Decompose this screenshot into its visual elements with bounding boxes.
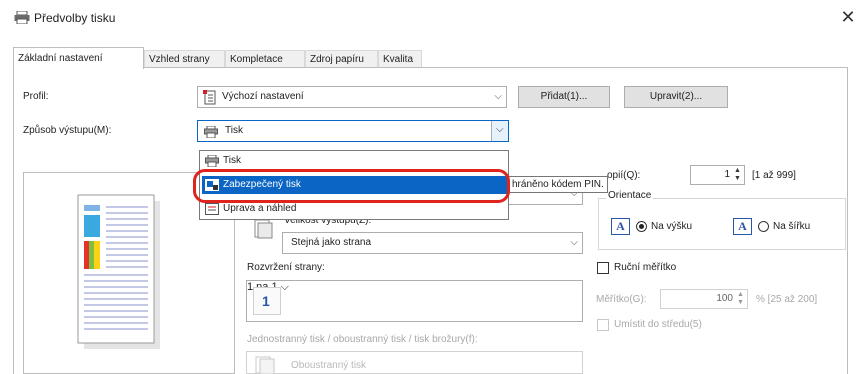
spinner-arrows-icon[interactable]: ▲ ▼	[735, 291, 746, 307]
preview-document-icon	[77, 194, 160, 349]
tab-paper-source[interactable]: Zdroj papíru	[305, 50, 378, 68]
title-bar: Předvolby tisku ✕	[0, 0, 860, 36]
scale-spinner[interactable]: 100 ▲ ▼	[660, 289, 748, 309]
profile-icon	[203, 90, 216, 105]
scale-value: 100	[716, 293, 733, 304]
profile-label: Profil:	[23, 91, 49, 102]
tooltip: hráněno kódem PIN.	[508, 176, 608, 193]
page-layout-select[interactable]: 1 1 na 1 ⌵	[246, 280, 583, 322]
print-mode-label: Jednostranný tisk / oboustranný tisk / t…	[247, 334, 478, 345]
dropdown-toggle[interactable]: ⌵	[491, 121, 508, 141]
manual-scaling-checkbox[interactable]	[597, 262, 609, 274]
spinner-arrows-icon[interactable]: ▲ ▼	[732, 167, 743, 183]
chevron-down-icon: ⌵	[496, 124, 504, 135]
copies-value: 1	[724, 169, 730, 180]
chevron-down-icon: ⌵	[570, 237, 578, 248]
print-mode-select[interactable]: Oboustranný tisk	[246, 351, 583, 374]
landscape-label: Na šířku	[773, 221, 811, 232]
chevron-down-icon: ⌵	[280, 281, 289, 293]
tab-basic-settings[interactable]: Základní nastavení	[13, 47, 144, 69]
print-mode-value: Oboustranný tisk	[291, 360, 367, 371]
window-title: Předvolby tisku	[34, 11, 116, 25]
portrait-icon: A	[611, 218, 630, 235]
profile-value: Výchozí nastavení	[222, 91, 304, 102]
option-print[interactable]: Tisk	[202, 152, 507, 170]
printer-icon	[204, 126, 218, 138]
landscape-icon: A	[733, 218, 752, 235]
output-method-value: Tisk	[225, 125, 243, 136]
copies-spinner[interactable]: 1 ▲ ▼	[690, 165, 745, 185]
scale-range: % [25 až 200]	[756, 294, 818, 305]
manual-scaling-label: Ruční měřítko	[614, 262, 677, 273]
edit-profile-button[interactable]: Upravit(2)...	[624, 86, 728, 108]
center-label: Umístit do středu(5)	[614, 319, 702, 330]
print-preferences-dialog: Předvolby tisku ✕ Základní nastavení Vzh…	[0, 0, 860, 374]
profile-select[interactable]: Výchozí nastavení ⌵	[197, 86, 507, 108]
portrait-label: Na výšku	[651, 221, 693, 232]
output-method-label: Způsob výstupu(M):	[23, 125, 112, 136]
tab-finishing[interactable]: Kompletace	[225, 50, 305, 68]
chevron-down-icon: ⌵	[494, 91, 502, 102]
landscape-radio[interactable]	[758, 221, 769, 232]
printer-icon	[14, 11, 30, 24]
selection-highlight-ring	[193, 169, 510, 203]
page-layout-label: Rozvržení strany:	[247, 262, 325, 273]
printer-icon	[205, 155, 219, 167]
page-layout-icon: 1	[253, 287, 281, 315]
duplex-icon	[255, 356, 275, 374]
center-checkbox[interactable]	[597, 319, 609, 331]
tab-page-setup[interactable]: Vzhled strany	[144, 50, 225, 68]
portrait-radio[interactable]	[636, 221, 647, 232]
copies-label: opií(Q):	[607, 170, 641, 181]
orientation-label: Orientace	[606, 190, 654, 201]
copies-range: [1 až 999]	[752, 170, 796, 181]
output-method-select[interactable]: Tisk ⌵	[197, 120, 509, 142]
output-size-select[interactable]: Stejná jako strana ⌵	[282, 232, 583, 254]
tab-quality[interactable]: Kvalita	[378, 50, 422, 68]
output-size-icon	[254, 219, 273, 239]
output-size-value: Stejná jako strana	[291, 237, 372, 248]
scale-label: Měřítko(G):	[596, 294, 647, 305]
edit-preview-icon	[205, 203, 219, 215]
close-button[interactable]: ✕	[836, 6, 860, 30]
add-profile-button[interactable]: Přidat(1)...	[518, 86, 610, 108]
